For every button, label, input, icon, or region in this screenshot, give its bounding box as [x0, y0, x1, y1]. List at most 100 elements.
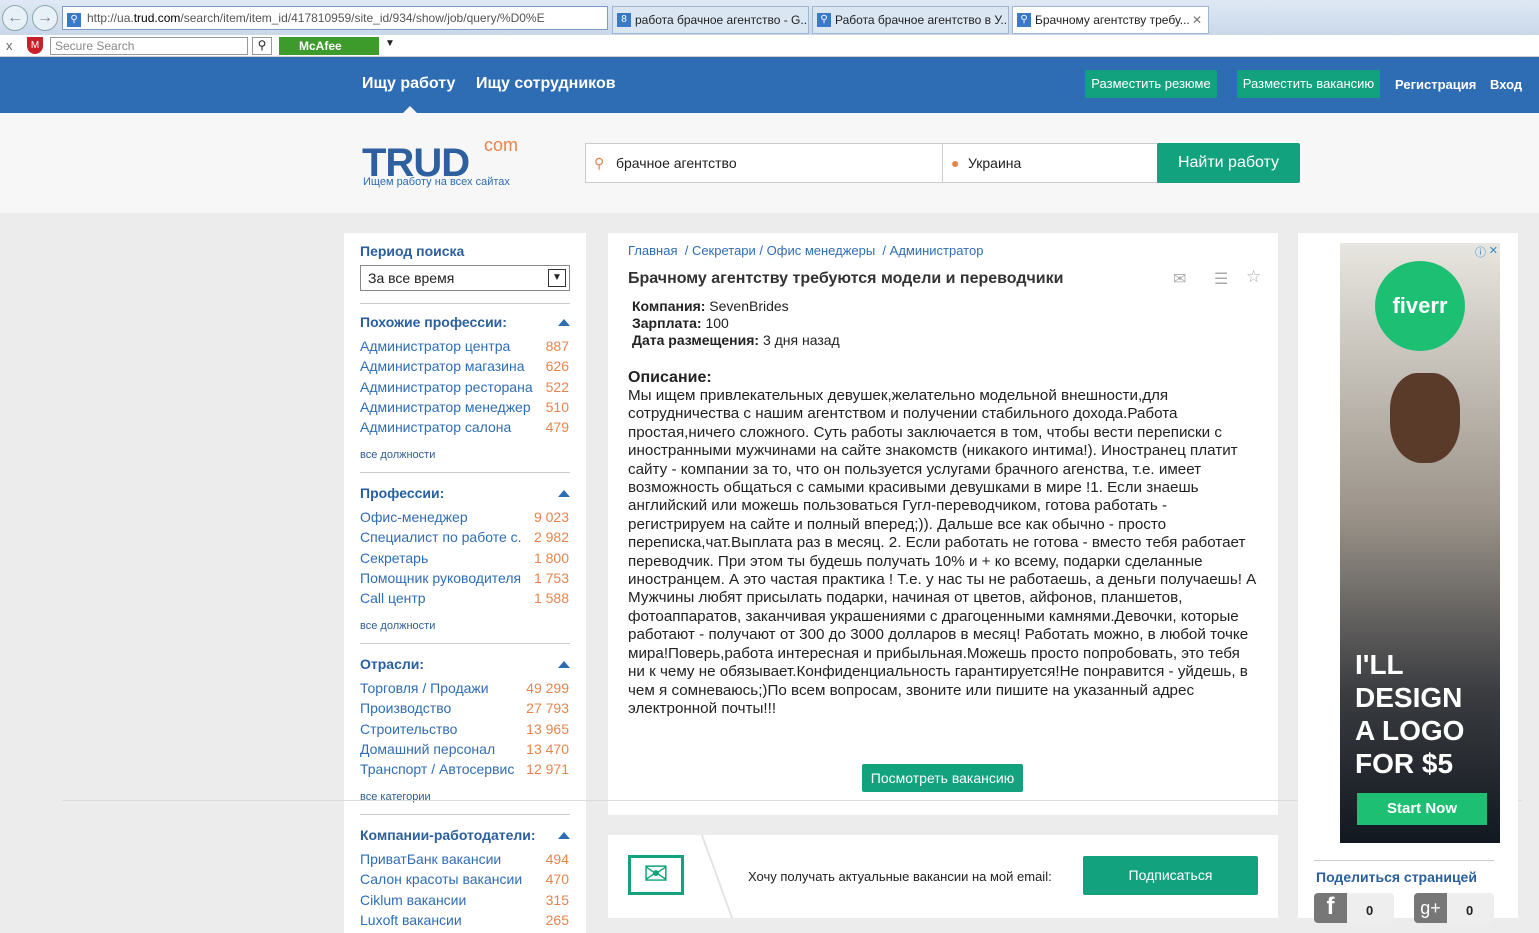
contact-card-icon[interactable]: ✉ — [1173, 269, 1186, 289]
collapse-icon[interactable] — [558, 832, 570, 839]
url-prefix: http://ua. — [87, 11, 134, 25]
sidebar-link[interactable]: Секретарь — [360, 550, 428, 566]
job-title: Брачному агентству требуются модели и пе… — [628, 270, 1064, 287]
google-plus-icon: g+ — [1414, 893, 1447, 923]
sidebar-link[interactable]: Администратор менеджер — [360, 399, 531, 415]
collapse-icon[interactable] — [558, 319, 570, 326]
sidebar-link[interactable]: Специалист по работе с. — [360, 529, 522, 545]
sidebar-link[interactable]: Офис-менеджер — [360, 509, 468, 525]
facebook-count: 0 — [1366, 903, 1374, 918]
sidebar-link[interactable]: Call центр — [360, 590, 426, 606]
salary-label: Зарплата: — [632, 315, 702, 331]
sidebar-count: 522 — [545, 378, 569, 395]
sidebar-link[interactable]: Домашний персонал — [360, 741, 495, 757]
secure-search-input[interactable]: Secure Search — [50, 37, 248, 55]
fiverr-ad[interactable]: ⓘ ✕ fiverr I'LL DESIGN A LOGO FOR $5 Sta… — [1340, 243, 1500, 843]
tab-3-active[interactable]: ⚲ Брачному агентству требу... ✕ — [1012, 6, 1209, 34]
collapse-icon[interactable] — [558, 490, 570, 497]
breadcrumb-secretaries[interactable]: Секретари / Офис менеджеры — [692, 243, 875, 258]
tab-2[interactable]: ⚲ Работа брачное агентство в У... — [812, 6, 1009, 34]
breadcrumb-home[interactable]: Главная — [628, 243, 677, 258]
address-bar[interactable]: ⚲ http://ua.trud.com/search/item/item_id… — [62, 6, 608, 30]
sidebar-count: 12 971 — [526, 761, 569, 778]
close-icon[interactable]: x — [6, 38, 13, 53]
browser-tabbar: ← → ⚲ http://ua.trud.com/search/item/ite… — [0, 0, 1539, 35]
divider — [1314, 860, 1494, 861]
section-title: Компании-работодатели: — [360, 827, 536, 843]
location-pin-icon: ● — [951, 155, 960, 171]
divider — [360, 303, 570, 304]
sidebar-link[interactable]: Транспорт / Автосервис — [360, 761, 514, 777]
close-ad-icon[interactable]: ✕ — [1489, 244, 1498, 257]
query-input[interactable]: ⚲ брачное агентство — [585, 143, 943, 183]
sidebar-link[interactable]: Администратор магазина — [360, 358, 525, 374]
mcafee-button[interactable]: McAfee — [279, 37, 379, 55]
logo-suffix: com — [484, 135, 519, 155]
sidebar-link[interactable]: ПриватБанк вакансии — [360, 851, 501, 867]
divider — [360, 643, 570, 644]
ad-person-image — [1390, 373, 1460, 463]
period-title: Период поиска — [360, 243, 465, 259]
post-resume-button[interactable]: Разместить резюме — [1085, 70, 1217, 98]
breadcrumb: Главная / Секретари / Офис менеджеры / А… — [628, 243, 984, 258]
ad-headline: I'LL DESIGN A LOGO FOR $5 — [1355, 649, 1465, 779]
post-vacancy-button[interactable]: Разместить вакансию — [1237, 70, 1380, 98]
forward-button[interactable]: → — [32, 5, 58, 31]
sidebar-count: 13 965 — [526, 720, 569, 737]
sidebar-count: 626 — [545, 358, 569, 375]
login-link[interactable]: Вход — [1490, 77, 1522, 92]
tab-label: работа брачное агентство - G... — [635, 13, 809, 27]
star-icon[interactable]: ☆ — [1246, 267, 1261, 287]
sidebar-link[interactable]: Строительство — [360, 721, 457, 737]
subscribe-panel: ✉ Хочу получать актуальные вакансии на м… — [608, 835, 1278, 918]
collapse-icon[interactable] — [558, 661, 570, 668]
salary-value: 100 — [705, 315, 729, 331]
sidebar-link[interactable]: Администратор ресторана — [360, 379, 533, 395]
sidebar-link[interactable]: Торговля / Продажи — [360, 680, 489, 696]
view-vacancy-button[interactable]: Посмотреть вакансию — [862, 764, 1023, 792]
location-input[interactable]: ● Украина — [942, 143, 1158, 183]
all-link[interactable]: все категории — [360, 791, 431, 803]
nav-find-staff[interactable]: Ищу сотрудников — [476, 75, 616, 93]
top-nav: Ищу работу Ищу сотрудников Разместить ре… — [0, 57, 1539, 114]
sidebar-link[interactable]: Производство — [360, 700, 451, 716]
subscribe-button[interactable]: Подписаться — [1083, 856, 1258, 895]
share-title: Поделиться страницей — [1316, 869, 1477, 885]
company-value: SevenBrides — [709, 298, 789, 314]
dropdown-arrow-icon[interactable]: ▼ — [385, 38, 395, 49]
period-value: За все время — [368, 270, 455, 286]
sidebar-link[interactable]: Администратор центра — [360, 338, 510, 354]
job-meta: Компания: SevenBrides Зарплата: 100 Дата… — [632, 298, 840, 349]
clipboard-icon[interactable]: ☰ — [1214, 269, 1228, 289]
url-rest: /search/item/item_id/417810959/site_id/9… — [180, 11, 545, 25]
all-link[interactable]: все должности — [360, 449, 435, 461]
breadcrumb-admin[interactable]: Администратор — [890, 243, 984, 258]
tab-1[interactable]: 8 работа брачное агентство - G... — [612, 6, 809, 34]
facebook-share-button[interactable]: f 0 — [1314, 893, 1394, 923]
nav-find-job[interactable]: Ищу работу — [362, 75, 455, 93]
sidebar-count: 265 — [545, 911, 569, 928]
sidebar-link[interactable]: Luxoft вакансии — [360, 912, 462, 928]
sidebar-link[interactable]: Администратор салона — [360, 419, 511, 435]
chevron-down-icon[interactable]: ▼ — [548, 269, 566, 287]
google-icon: 8 — [617, 13, 631, 27]
sidebar: Период поиска За все время ▼ Похожие про… — [344, 233, 586, 933]
sidebar-link[interactable]: Ciklum вакансии — [360, 892, 466, 908]
gplus-share-button[interactable]: g+ 0 — [1414, 893, 1494, 923]
adchoices-icon[interactable]: ⓘ — [1475, 244, 1486, 260]
sidebar-count: 315 — [545, 891, 569, 908]
period-select[interactable]: За все время ▼ — [360, 265, 570, 291]
find-job-button[interactable]: Найти работу — [1157, 143, 1300, 183]
register-link[interactable]: Регистрация — [1395, 77, 1476, 92]
back-button[interactable]: ← — [2, 5, 28, 31]
search-icon[interactable]: ⚲ — [252, 37, 272, 55]
section-title: Отрасли: — [360, 656, 425, 672]
sidebar-link[interactable]: Помощник руководителя — [360, 570, 521, 586]
close-tab-icon[interactable]: ✕ — [1192, 7, 1202, 33]
all-link[interactable]: все должности — [360, 620, 435, 632]
date-label: Дата размещения: — [632, 332, 760, 348]
divider — [682, 835, 734, 918]
sidebar-link[interactable]: Салон красоты вакансии — [360, 871, 522, 887]
ad-start-now-button[interactable]: Start Now — [1357, 793, 1487, 825]
sidebar-count: 1 588 — [533, 590, 569, 607]
